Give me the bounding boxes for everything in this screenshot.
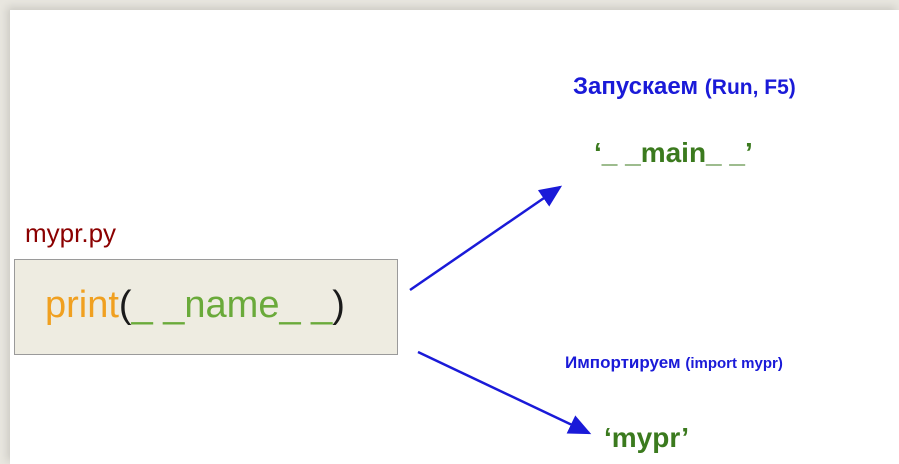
import-arrow — [417, 350, 592, 435]
arrows-layer — [409, 185, 592, 435]
run-arrow — [409, 185, 563, 292]
